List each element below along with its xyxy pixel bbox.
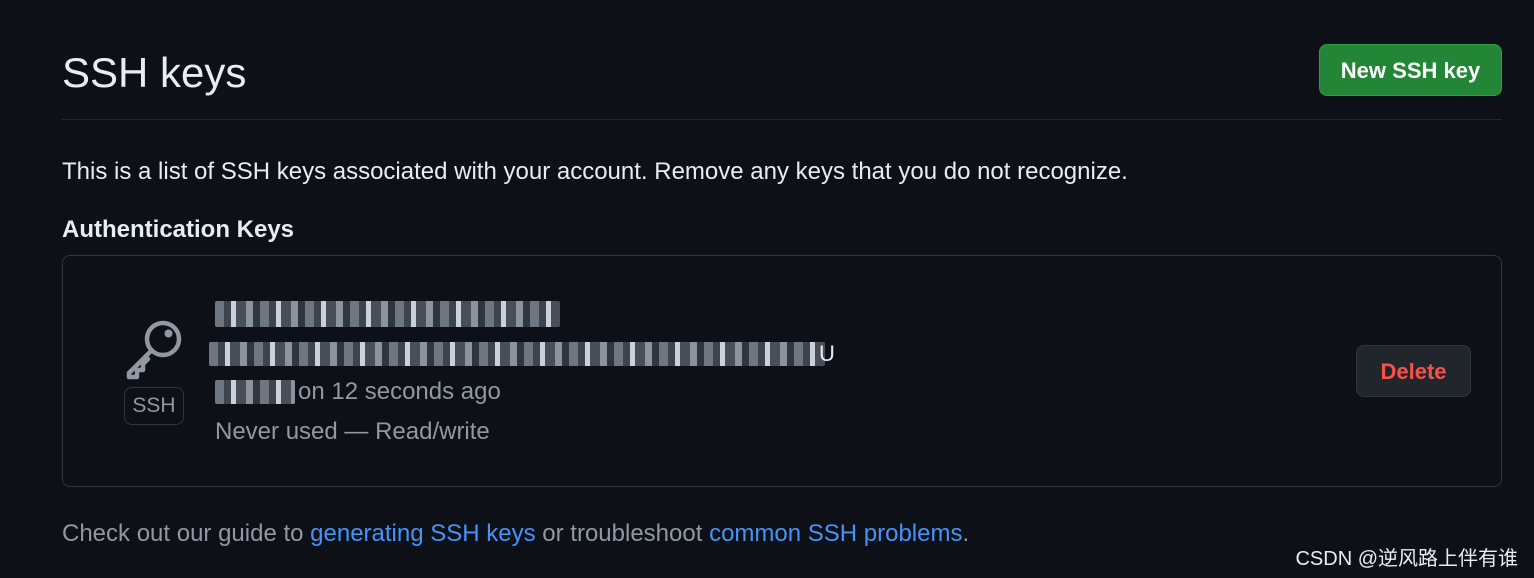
- footer-middle: or troubleshoot: [535, 520, 710, 547]
- common-ssh-problems-link[interactable]: common SSH problems: [709, 520, 962, 547]
- generating-ssh-keys-link[interactable]: generating SSH keys: [310, 520, 535, 547]
- key-type-badge: SSH: [124, 387, 184, 425]
- footer-prefix: Check out our guide to: [62, 520, 311, 547]
- new-ssh-key-button[interactable]: New SSH key: [1319, 44, 1502, 96]
- watermark: CSDN @逆风路上伴有谁: [1295, 548, 1518, 570]
- key-fingerprint-tail: U: [819, 341, 835, 366]
- key-icon: [126, 320, 182, 380]
- header-divider: [62, 119, 1502, 120]
- key-added-redacted: [215, 380, 295, 404]
- delete-key-button[interactable]: Delete: [1356, 345, 1471, 397]
- footer-help-text: Check out our guide to generating SSH ke…: [62, 518, 969, 550]
- page-title: SSH keys: [62, 49, 247, 96]
- key-usage: Never used — Read/write: [215, 418, 490, 445]
- footer-suffix: .: [962, 520, 970, 547]
- key-fingerprint-redacted: [209, 342, 825, 366]
- key-added-date: on 12 seconds ago: [298, 378, 501, 405]
- section-heading: Authentication Keys: [62, 216, 295, 243]
- ssh-key-list-item: SSH U on 12 seconds ago Never used — Rea…: [62, 255, 1502, 487]
- intro-text: This is a list of SSH keys associated wi…: [62, 158, 1128, 185]
- key-title-redacted: [215, 301, 560, 327]
